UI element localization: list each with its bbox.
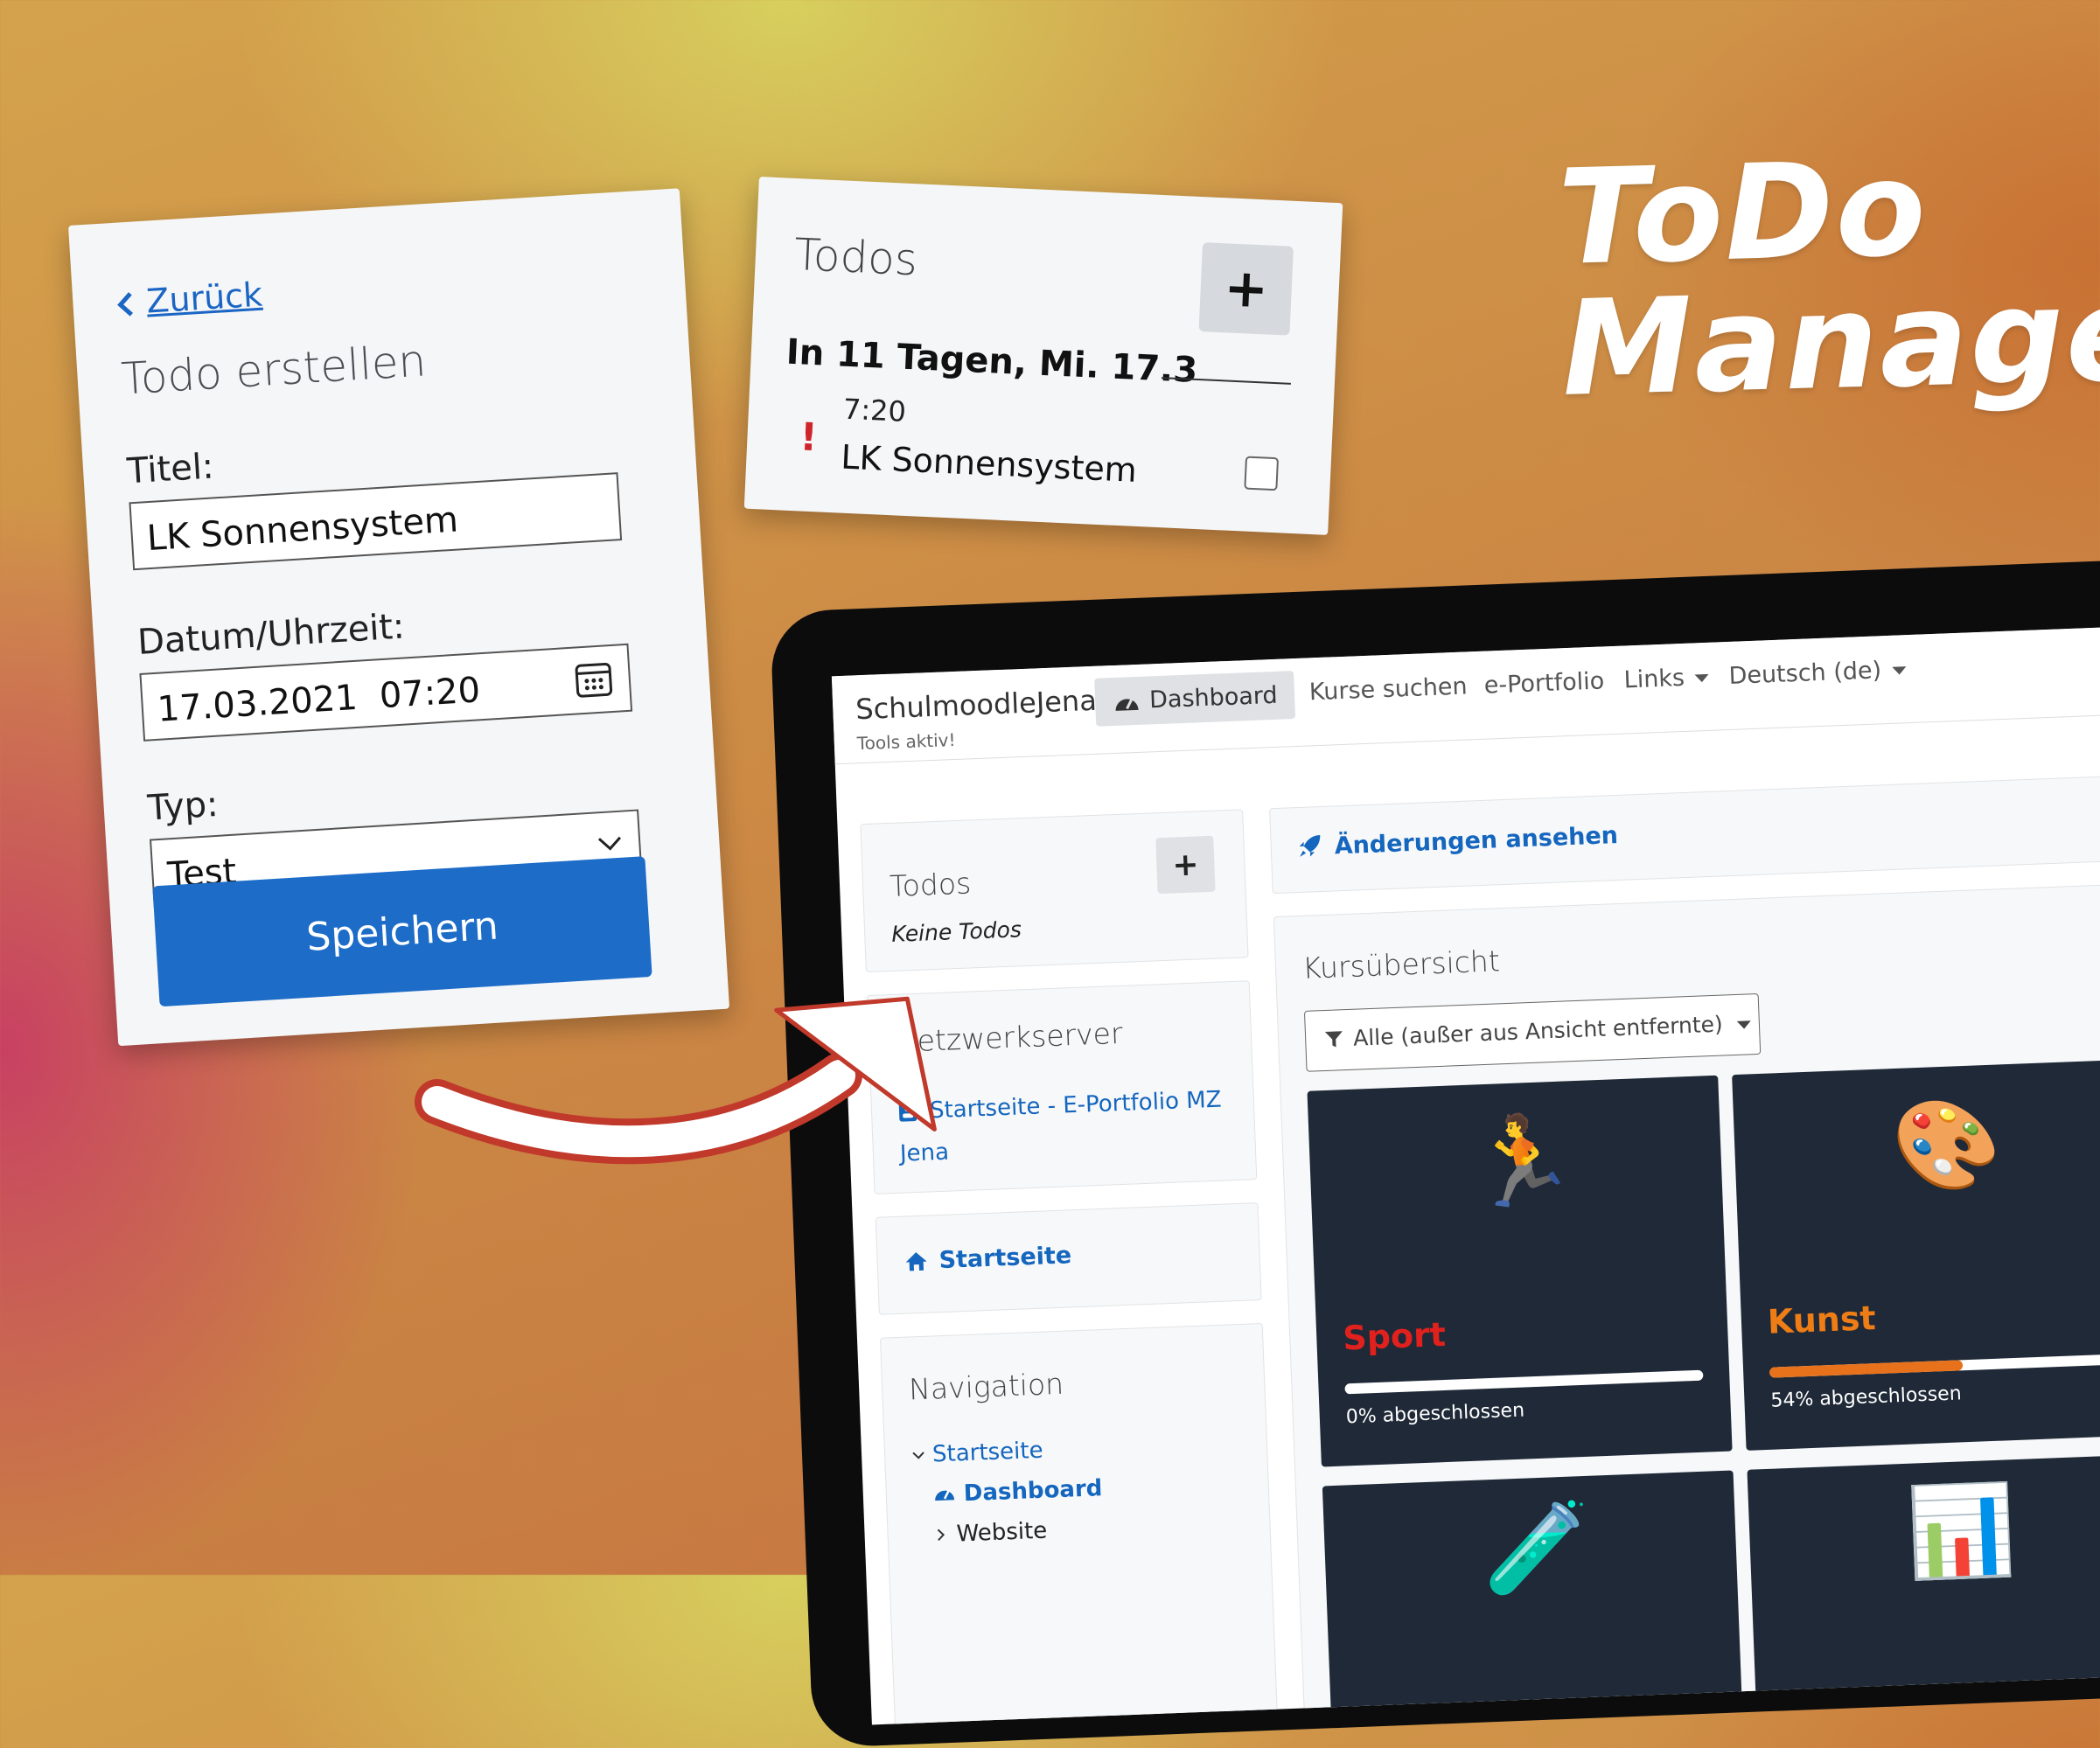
startseite-label: Startseite bbox=[938, 1242, 1072, 1274]
nav-links[interactable]: Links bbox=[1623, 664, 1709, 694]
chevron-right-icon bbox=[933, 1528, 948, 1543]
netzwerk-heading: Netzwerkserver bbox=[895, 1016, 1123, 1059]
navigation-heading: Navigation bbox=[908, 1367, 1064, 1407]
tablet-device: SchulmoodleJena Tools aktiv! Dashboard K… bbox=[770, 552, 2100, 1748]
nav-language[interactable]: Deutsch (de) bbox=[1728, 656, 1907, 690]
palette-emoji-icon: 🎨 bbox=[1891, 1099, 2003, 1191]
nav-dashboard[interactable]: Dashboard bbox=[1094, 671, 1295, 727]
course-progress-bar bbox=[1769, 1354, 2100, 1378]
datetime-label: Datum/Uhrzeit: bbox=[136, 606, 406, 663]
course-name-kunst[interactable]: Kunst bbox=[1767, 1299, 1876, 1341]
eportfolio-link[interactable]: Startseite - E-Portfolio MZ Jena bbox=[897, 1079, 1224, 1175]
netzwerkserver-block: Netzwerkserver Startseite - E-Portfolio … bbox=[867, 980, 1257, 1194]
startseite-link[interactable]: Startseite bbox=[903, 1242, 1072, 1275]
calendar-icon[interactable] bbox=[573, 658, 614, 700]
nav-dashboard-label: Dashboard bbox=[1149, 682, 1279, 714]
course-progress-bar bbox=[1344, 1370, 1703, 1395]
chevron-left-icon bbox=[116, 291, 136, 318]
top-navbar: SchulmoodleJena Tools aktiv! Dashboard K… bbox=[832, 619, 2100, 764]
bar-chart-emoji-icon: 📊 bbox=[1905, 1486, 2017, 1577]
eportfolio-link-line1: Startseite - E-Portfolio MZ bbox=[929, 1087, 1222, 1125]
back-label: Zurück bbox=[145, 275, 263, 321]
course-overview-block: Kursübersicht Alle (außer aus Ansicht en… bbox=[1273, 874, 2100, 1722]
course-name-sport[interactable]: Sport bbox=[1343, 1315, 1447, 1357]
todos-empty-text: Keine Todos bbox=[891, 916, 1022, 947]
caret-down-icon bbox=[1737, 1020, 1751, 1029]
title-value: LK Sonnensystem bbox=[146, 499, 460, 559]
chevron-down-icon bbox=[594, 828, 625, 860]
dashboard-icon bbox=[1113, 691, 1141, 714]
todos-block: Todos + Keine Todos bbox=[860, 809, 1248, 972]
startseite-block[interactable]: Startseite bbox=[876, 1202, 1262, 1315]
dashboard-icon bbox=[931, 1484, 957, 1504]
filter-icon bbox=[1323, 1028, 1345, 1050]
nav-tree-website[interactable]: Website bbox=[933, 1518, 1048, 1549]
course-card-sport[interactable]: 🏃 Sport 0% abgeschlossen bbox=[1307, 1076, 1732, 1467]
course-card-kunst[interactable]: 🎨 Kunst 54% abgeschlossen bbox=[1732, 1059, 2100, 1451]
todo-create-card: Zurück Todo erstellen Titel: LK Sonnensy… bbox=[68, 188, 729, 1046]
site-brand[interactable]: SchulmoodleJena bbox=[855, 684, 1098, 727]
course-card[interactable]: 📊 bbox=[1747, 1454, 2100, 1725]
day-header: In 11 Tagen, Mi. 17.3 bbox=[785, 332, 1198, 391]
title-label: Titel: bbox=[126, 446, 215, 491]
type-label: Typ: bbox=[146, 784, 219, 829]
course-overview-heading: Kursübersicht bbox=[1301, 944, 1500, 985]
datetime-value: 17.03.2021 07:20 bbox=[157, 670, 482, 729]
runner-emoji-icon: 🏃 bbox=[1466, 1116, 1578, 1208]
todos-block-add-button[interactable]: + bbox=[1155, 836, 1215, 894]
todos-block-heading: Todos bbox=[889, 866, 972, 903]
navigation-block: Navigation Startseite Dashboard Website bbox=[880, 1323, 1278, 1724]
course-filter-dropdown[interactable]: Alle (außer aus Ansicht entfernte) bbox=[1304, 993, 1761, 1072]
banner-title: ToDo Manager bbox=[1557, 136, 2100, 415]
rocket-icon bbox=[1297, 833, 1322, 859]
todos-heading: Todos bbox=[793, 229, 919, 285]
nav-language-label: Deutsch (de) bbox=[1728, 657, 1882, 690]
nav-tree-dashboard[interactable]: Dashboard bbox=[931, 1475, 1103, 1508]
test-tube-emoji-icon: 🧪 bbox=[1481, 1502, 1593, 1594]
changes-label: Änderungen ansehen bbox=[1334, 822, 1618, 860]
nav-tree-startseite[interactable]: Startseite bbox=[911, 1438, 1044, 1469]
changes-block[interactable]: Änderungen ansehen bbox=[1269, 766, 2100, 894]
caret-down-icon bbox=[1695, 674, 1709, 683]
nav-tree-startseite-label: Startseite bbox=[932, 1438, 1044, 1468]
brand-subtitle: Tools aktiv! bbox=[856, 729, 956, 754]
todo-time: 7:20 bbox=[842, 393, 907, 428]
eportfolio-link-line2: Jena bbox=[899, 1139, 949, 1167]
todos-card: Todos + In 11 Tagen, Mi. 17.3 ! 7:20 LK … bbox=[744, 177, 1343, 535]
todo-checkbox[interactable] bbox=[1244, 456, 1279, 491]
changes-link[interactable]: Änderungen ansehen bbox=[1297, 822, 1618, 861]
course-progress-text: 0% abgeschlossen bbox=[1345, 1400, 1524, 1429]
nav-eportfolio[interactable]: e-Portfolio bbox=[1483, 667, 1605, 699]
nav-links-label: Links bbox=[1623, 665, 1685, 694]
back-link[interactable]: Zurück bbox=[115, 275, 263, 323]
banner-line2: Manager bbox=[1560, 267, 2100, 415]
todo-name: LK Sonnensystem bbox=[841, 438, 1138, 490]
course-progress-text: 54% abgeschlossen bbox=[1770, 1382, 1962, 1411]
contact-card-icon bbox=[898, 1099, 918, 1123]
home-icon bbox=[903, 1250, 929, 1272]
form-heading: Todo erstellen bbox=[120, 335, 428, 404]
course-card[interactable]: 🧪 bbox=[1322, 1470, 1743, 1724]
add-todo-button[interactable]: + bbox=[1198, 242, 1294, 336]
chevron-down-icon bbox=[911, 1448, 926, 1463]
nav-tree-dashboard-label: Dashboard bbox=[963, 1475, 1103, 1507]
priority-icon: ! bbox=[799, 414, 818, 460]
course-progress-fill bbox=[1769, 1360, 1964, 1377]
caret-down-icon bbox=[1892, 666, 1906, 675]
nav-kurse-suchen[interactable]: Kurse suchen bbox=[1308, 672, 1468, 706]
moodle-screen: SchulmoodleJena Tools aktiv! Dashboard K… bbox=[832, 619, 2100, 1724]
course-filter-label: Alle (außer aus Ansicht entfernte) bbox=[1353, 1012, 1724, 1051]
nav-tree-website-label: Website bbox=[956, 1518, 1048, 1548]
